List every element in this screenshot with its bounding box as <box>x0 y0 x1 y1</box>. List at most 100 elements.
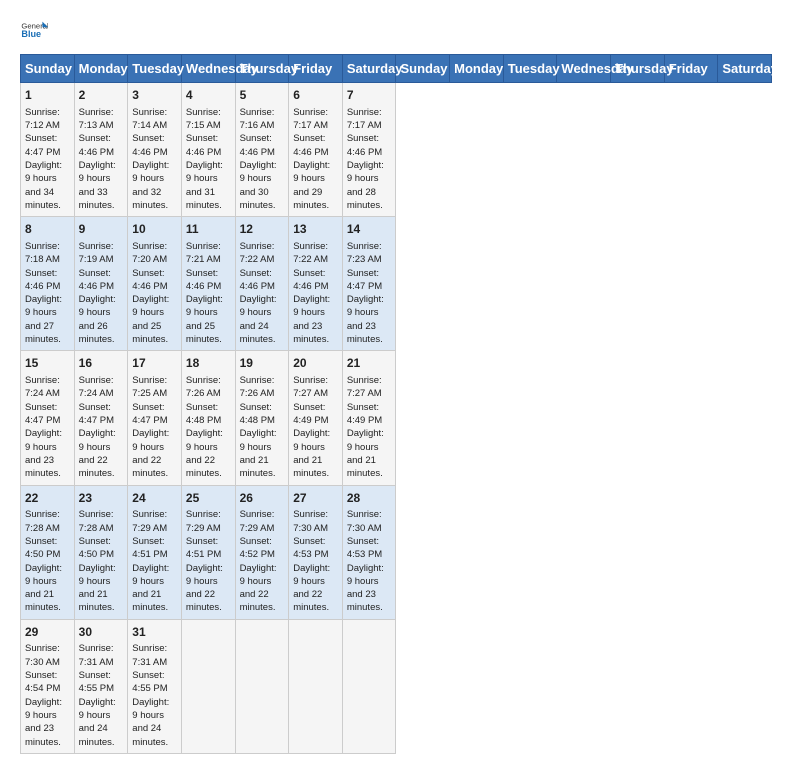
daylight-text: Daylight: 9 hours and 21 minutes. <box>79 562 124 615</box>
sunset-text: Sunset: 4:54 PM <box>25 669 70 696</box>
sunset-text: Sunset: 4:46 PM <box>240 267 285 294</box>
daylight-text: Daylight: 9 hours and 25 minutes. <box>132 293 177 346</box>
sunset-text: Sunset: 4:46 PM <box>79 267 124 294</box>
col-header-friday: Friday <box>664 55 718 83</box>
daylight-text: Daylight: 9 hours and 21 minutes. <box>347 427 392 480</box>
col-header-thursday: Thursday <box>611 55 665 83</box>
sunset-text: Sunset: 4:47 PM <box>25 132 70 159</box>
calendar-header-row: SundayMondayTuesdayWednesdayThursdayFrid… <box>21 55 772 83</box>
sunrise-text: Sunrise: 7:24 AM <box>79 374 124 401</box>
sunset-text: Sunset: 4:50 PM <box>25 535 70 562</box>
daylight-text: Daylight: 9 hours and 33 minutes. <box>79 159 124 212</box>
calendar-cell: 6Sunrise: 7:17 AMSunset: 4:46 PMDaylight… <box>289 83 343 217</box>
sunrise-text: Sunrise: 7:20 AM <box>132 240 177 267</box>
day-number: 17 <box>132 355 177 372</box>
sunset-text: Sunset: 4:49 PM <box>347 401 392 428</box>
day-number: 14 <box>347 221 392 238</box>
daylight-text: Daylight: 9 hours and 23 minutes. <box>293 293 338 346</box>
sunset-text: Sunset: 4:52 PM <box>240 535 285 562</box>
calendar-cell: 9Sunrise: 7:19 AMSunset: 4:46 PMDaylight… <box>74 217 128 351</box>
daylight-text: Daylight: 9 hours and 22 minutes. <box>186 562 231 615</box>
sunset-text: Sunset: 4:55 PM <box>79 669 124 696</box>
sunset-text: Sunset: 4:46 PM <box>240 132 285 159</box>
sunset-text: Sunset: 4:46 PM <box>25 267 70 294</box>
day-number: 26 <box>240 490 285 507</box>
col-header-saturday: Saturday <box>342 55 396 83</box>
sunrise-text: Sunrise: 7:31 AM <box>132 642 177 669</box>
day-number: 10 <box>132 221 177 238</box>
sunrise-text: Sunrise: 7:17 AM <box>293 106 338 133</box>
daylight-text: Daylight: 9 hours and 26 minutes. <box>79 293 124 346</box>
sunrise-text: Sunrise: 7:27 AM <box>293 374 338 401</box>
col-header-monday: Monday <box>450 55 504 83</box>
calendar-week-row: 8Sunrise: 7:18 AMSunset: 4:46 PMDaylight… <box>21 217 772 351</box>
day-number: 3 <box>132 87 177 104</box>
sunrise-text: Sunrise: 7:30 AM <box>293 508 338 535</box>
day-number: 11 <box>186 221 231 238</box>
calendar-cell: 28Sunrise: 7:30 AMSunset: 4:53 PMDayligh… <box>342 485 396 619</box>
col-header-monday: Monday <box>74 55 128 83</box>
day-number: 24 <box>132 490 177 507</box>
sunrise-text: Sunrise: 7:30 AM <box>347 508 392 535</box>
sunset-text: Sunset: 4:46 PM <box>293 132 338 159</box>
day-number: 12 <box>240 221 285 238</box>
day-number: 15 <box>25 355 70 372</box>
calendar-cell: 26Sunrise: 7:29 AMSunset: 4:52 PMDayligh… <box>235 485 289 619</box>
sunset-text: Sunset: 4:46 PM <box>347 132 392 159</box>
sunset-text: Sunset: 4:55 PM <box>132 669 177 696</box>
logo: General Blue <box>20 16 48 44</box>
calendar-cell: 23Sunrise: 7:28 AMSunset: 4:50 PMDayligh… <box>74 485 128 619</box>
daylight-text: Daylight: 9 hours and 23 minutes. <box>347 293 392 346</box>
calendar-table: SundayMondayTuesdayWednesdayThursdayFrid… <box>20 54 772 754</box>
daylight-text: Daylight: 9 hours and 22 minutes. <box>186 427 231 480</box>
calendar-week-row: 1Sunrise: 7:12 AMSunset: 4:47 PMDaylight… <box>21 83 772 217</box>
calendar-cell: 11Sunrise: 7:21 AMSunset: 4:46 PMDayligh… <box>181 217 235 351</box>
svg-text:Blue: Blue <box>21 29 41 39</box>
sunset-text: Sunset: 4:46 PM <box>293 267 338 294</box>
sunrise-text: Sunrise: 7:27 AM <box>347 374 392 401</box>
sunrise-text: Sunrise: 7:29 AM <box>186 508 231 535</box>
col-header-thursday: Thursday <box>235 55 289 83</box>
col-header-sunday: Sunday <box>396 55 450 83</box>
day-number: 29 <box>25 624 70 641</box>
sunrise-text: Sunrise: 7:18 AM <box>25 240 70 267</box>
day-number: 7 <box>347 87 392 104</box>
sunrise-text: Sunrise: 7:25 AM <box>132 374 177 401</box>
daylight-text: Daylight: 9 hours and 21 minutes. <box>25 562 70 615</box>
daylight-text: Daylight: 9 hours and 34 minutes. <box>25 159 70 212</box>
sunset-text: Sunset: 4:47 PM <box>132 401 177 428</box>
calendar-cell: 21Sunrise: 7:27 AMSunset: 4:49 PMDayligh… <box>342 351 396 485</box>
page-header: General Blue <box>20 16 772 44</box>
daylight-text: Daylight: 9 hours and 27 minutes. <box>25 293 70 346</box>
sunrise-text: Sunrise: 7:19 AM <box>79 240 124 267</box>
day-number: 8 <box>25 221 70 238</box>
col-header-wednesday: Wednesday <box>181 55 235 83</box>
day-number: 27 <box>293 490 338 507</box>
sunrise-text: Sunrise: 7:22 AM <box>240 240 285 267</box>
sunset-text: Sunset: 4:46 PM <box>186 267 231 294</box>
sunrise-text: Sunrise: 7:24 AM <box>25 374 70 401</box>
sunset-text: Sunset: 4:51 PM <box>186 535 231 562</box>
col-header-friday: Friday <box>289 55 343 83</box>
sunrise-text: Sunrise: 7:21 AM <box>186 240 231 267</box>
sunset-text: Sunset: 4:46 PM <box>186 132 231 159</box>
calendar-week-row: 15Sunrise: 7:24 AMSunset: 4:47 PMDayligh… <box>21 351 772 485</box>
daylight-text: Daylight: 9 hours and 24 minutes. <box>240 293 285 346</box>
day-number: 22 <box>25 490 70 507</box>
sunrise-text: Sunrise: 7:26 AM <box>186 374 231 401</box>
calendar-cell: 18Sunrise: 7:26 AMSunset: 4:48 PMDayligh… <box>181 351 235 485</box>
sunrise-text: Sunrise: 7:26 AM <box>240 374 285 401</box>
sunset-text: Sunset: 4:47 PM <box>25 401 70 428</box>
day-number: 16 <box>79 355 124 372</box>
calendar-cell: 31Sunrise: 7:31 AMSunset: 4:55 PMDayligh… <box>128 619 182 753</box>
daylight-text: Daylight: 9 hours and 24 minutes. <box>132 696 177 749</box>
col-header-saturday: Saturday <box>718 55 772 83</box>
day-number: 2 <box>79 87 124 104</box>
calendar-cell: 29Sunrise: 7:30 AMSunset: 4:54 PMDayligh… <box>21 619 75 753</box>
daylight-text: Daylight: 9 hours and 30 minutes. <box>240 159 285 212</box>
day-number: 30 <box>79 624 124 641</box>
sunset-text: Sunset: 4:51 PM <box>132 535 177 562</box>
calendar-cell: 22Sunrise: 7:28 AMSunset: 4:50 PMDayligh… <box>21 485 75 619</box>
calendar-cell <box>289 619 343 753</box>
sunrise-text: Sunrise: 7:14 AM <box>132 106 177 133</box>
